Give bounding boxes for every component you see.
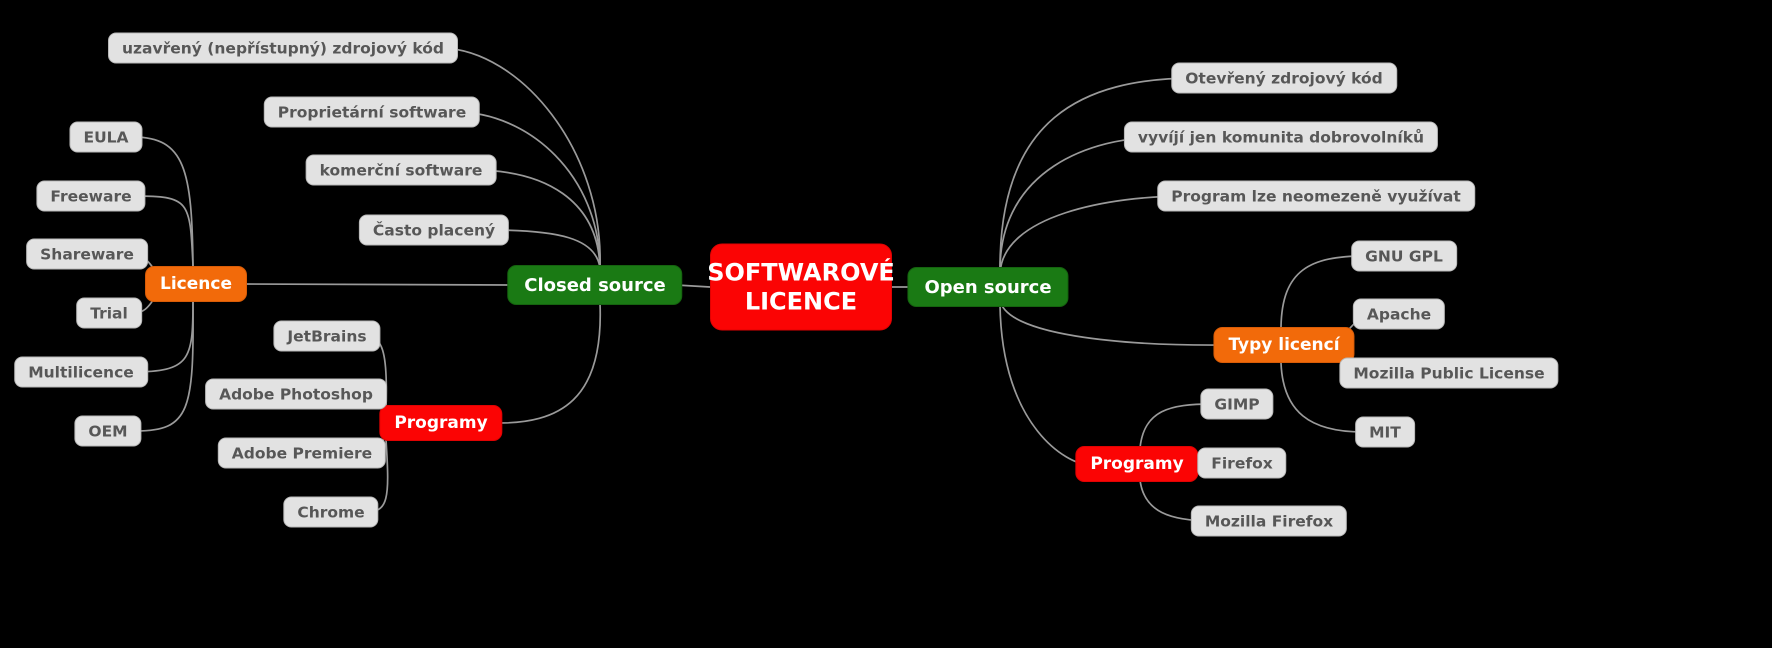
edge-open-vyviji: [999, 136, 1163, 271]
leaf-label: komerční software: [319, 161, 483, 179]
leaf-adobe-premiere[interactable]: Adobe Premiere: [217, 437, 387, 469]
branch-licence-label: Licence: [160, 274, 232, 294]
branch-typy-licenci[interactable]: Typy licencí: [1213, 327, 1355, 363]
branch-typy-licenci-label: Typy licencí: [1228, 335, 1340, 355]
leaf-label: Multilicence: [28, 363, 134, 381]
edge-open-programy-right: [999, 304, 1087, 465]
branch-programy-left-label: Programy: [394, 413, 488, 433]
leaf-label: EULA: [83, 128, 129, 146]
leaf-eula[interactable]: EULA: [69, 121, 143, 153]
edge-open-otevreny: [999, 77, 1197, 269]
branch-closed-source-label: Closed source: [524, 274, 666, 296]
leaf-label: Trial: [90, 304, 128, 322]
root-title-line-1: SOFTWAROVÉ: [707, 258, 895, 287]
root-title-line-2: LICENCE: [744, 287, 858, 315]
leaf-label: Freeware: [50, 187, 132, 205]
branch-open-source-label: Open source: [924, 276, 1052, 298]
edge-closed-licence: [239, 283, 515, 286]
leaf-mit[interactable]: MIT: [1355, 416, 1415, 448]
leaf-label: Program lze neomezeně využívat: [1171, 187, 1461, 205]
leaf-label: OEM: [88, 422, 128, 440]
leaf-label: MIT: [1369, 423, 1401, 441]
leaf-mozilla-firefox[interactable]: Mozilla Firefox: [1190, 505, 1348, 537]
leaf-proprietarni-software[interactable]: Proprietární software: [263, 96, 481, 128]
leaf-jetbrains[interactable]: JetBrains: [273, 320, 381, 352]
leaf-trial[interactable]: Trial: [76, 297, 142, 329]
leaf-chrome[interactable]: Chrome: [283, 496, 379, 528]
leaf-casto-placeny[interactable]: Často placený: [358, 214, 510, 246]
mindmap-canvas: SOFTWAROVÉ LICENCE Closed source Open so…: [0, 0, 1772, 648]
leaf-label: uzavřený (nepřístupný) zdrojový kód: [122, 39, 444, 57]
leaf-oem[interactable]: OEM: [74, 415, 142, 447]
leaf-label: GIMP: [1214, 395, 1260, 413]
branch-licence[interactable]: Licence: [145, 266, 247, 302]
leaf-otevreny-zdrojovy-kod[interactable]: Otevřený zdrojový kód: [1171, 62, 1397, 94]
leaf-label: Mozilla Firefox: [1204, 512, 1334, 530]
leaf-multilicence[interactable]: Multilicence: [14, 356, 148, 388]
leaf-vyviji-komunita[interactable]: vyvíjí jen komunita dobrovolníků: [1123, 121, 1439, 153]
leaf-label: Adobe Premiere: [231, 444, 373, 462]
leaf-komercni-software[interactable]: komerční software: [305, 154, 497, 186]
leaf-label: Často placený: [372, 221, 496, 239]
branch-programy-right-label: Programy: [1090, 454, 1184, 474]
leaf-freeware[interactable]: Freeware: [36, 180, 146, 212]
leaf-label: Apache: [1366, 305, 1432, 323]
branch-programy-right[interactable]: Programy: [1075, 446, 1199, 482]
leaf-gnu-gpl[interactable]: GNU GPL: [1351, 240, 1457, 272]
edge-closed-programy: [494, 302, 602, 424]
leaf-adobe-photoshop[interactable]: Adobe Photoshop: [205, 378, 387, 410]
leaf-label: Mozilla Public License: [1353, 364, 1545, 382]
leaf-label: Firefox: [1211, 454, 1273, 472]
leaf-shareware[interactable]: Shareware: [26, 238, 148, 270]
leaf-label: JetBrains: [287, 327, 367, 345]
leaf-label: Otevřený zdrojový kód: [1185, 69, 1383, 87]
leaf-label: vyvíjí jen komunita dobrovolníků: [1137, 128, 1425, 146]
branch-programy-left[interactable]: Programy: [379, 405, 503, 441]
leaf-label: Adobe Photoshop: [219, 385, 373, 403]
root-node[interactable]: SOFTWAROVÉ LICENCE: [707, 243, 895, 331]
branch-open-source[interactable]: Open source: [907, 267, 1069, 307]
leaf-label: Chrome: [297, 503, 365, 521]
leaf-gimp[interactable]: GIMP: [1200, 388, 1274, 420]
branch-closed-source[interactable]: Closed source: [507, 265, 683, 305]
leaf-apache[interactable]: Apache: [1352, 298, 1446, 330]
leaf-label: Proprietární software: [277, 103, 467, 121]
leaf-firefox[interactable]: Firefox: [1197, 447, 1287, 479]
leaf-label: GNU GPL: [1365, 247, 1443, 265]
leaf-mozilla-public-license[interactable]: Mozilla Public License: [1339, 357, 1559, 389]
leaf-label: Shareware: [40, 245, 134, 263]
leaf-program-lze-neomezene[interactable]: Program lze neomezeně využívat: [1157, 180, 1475, 212]
leaf-uzavreny-zdrojovy-kod[interactable]: uzavřený (nepřístupný) zdrojový kód: [108, 32, 458, 64]
